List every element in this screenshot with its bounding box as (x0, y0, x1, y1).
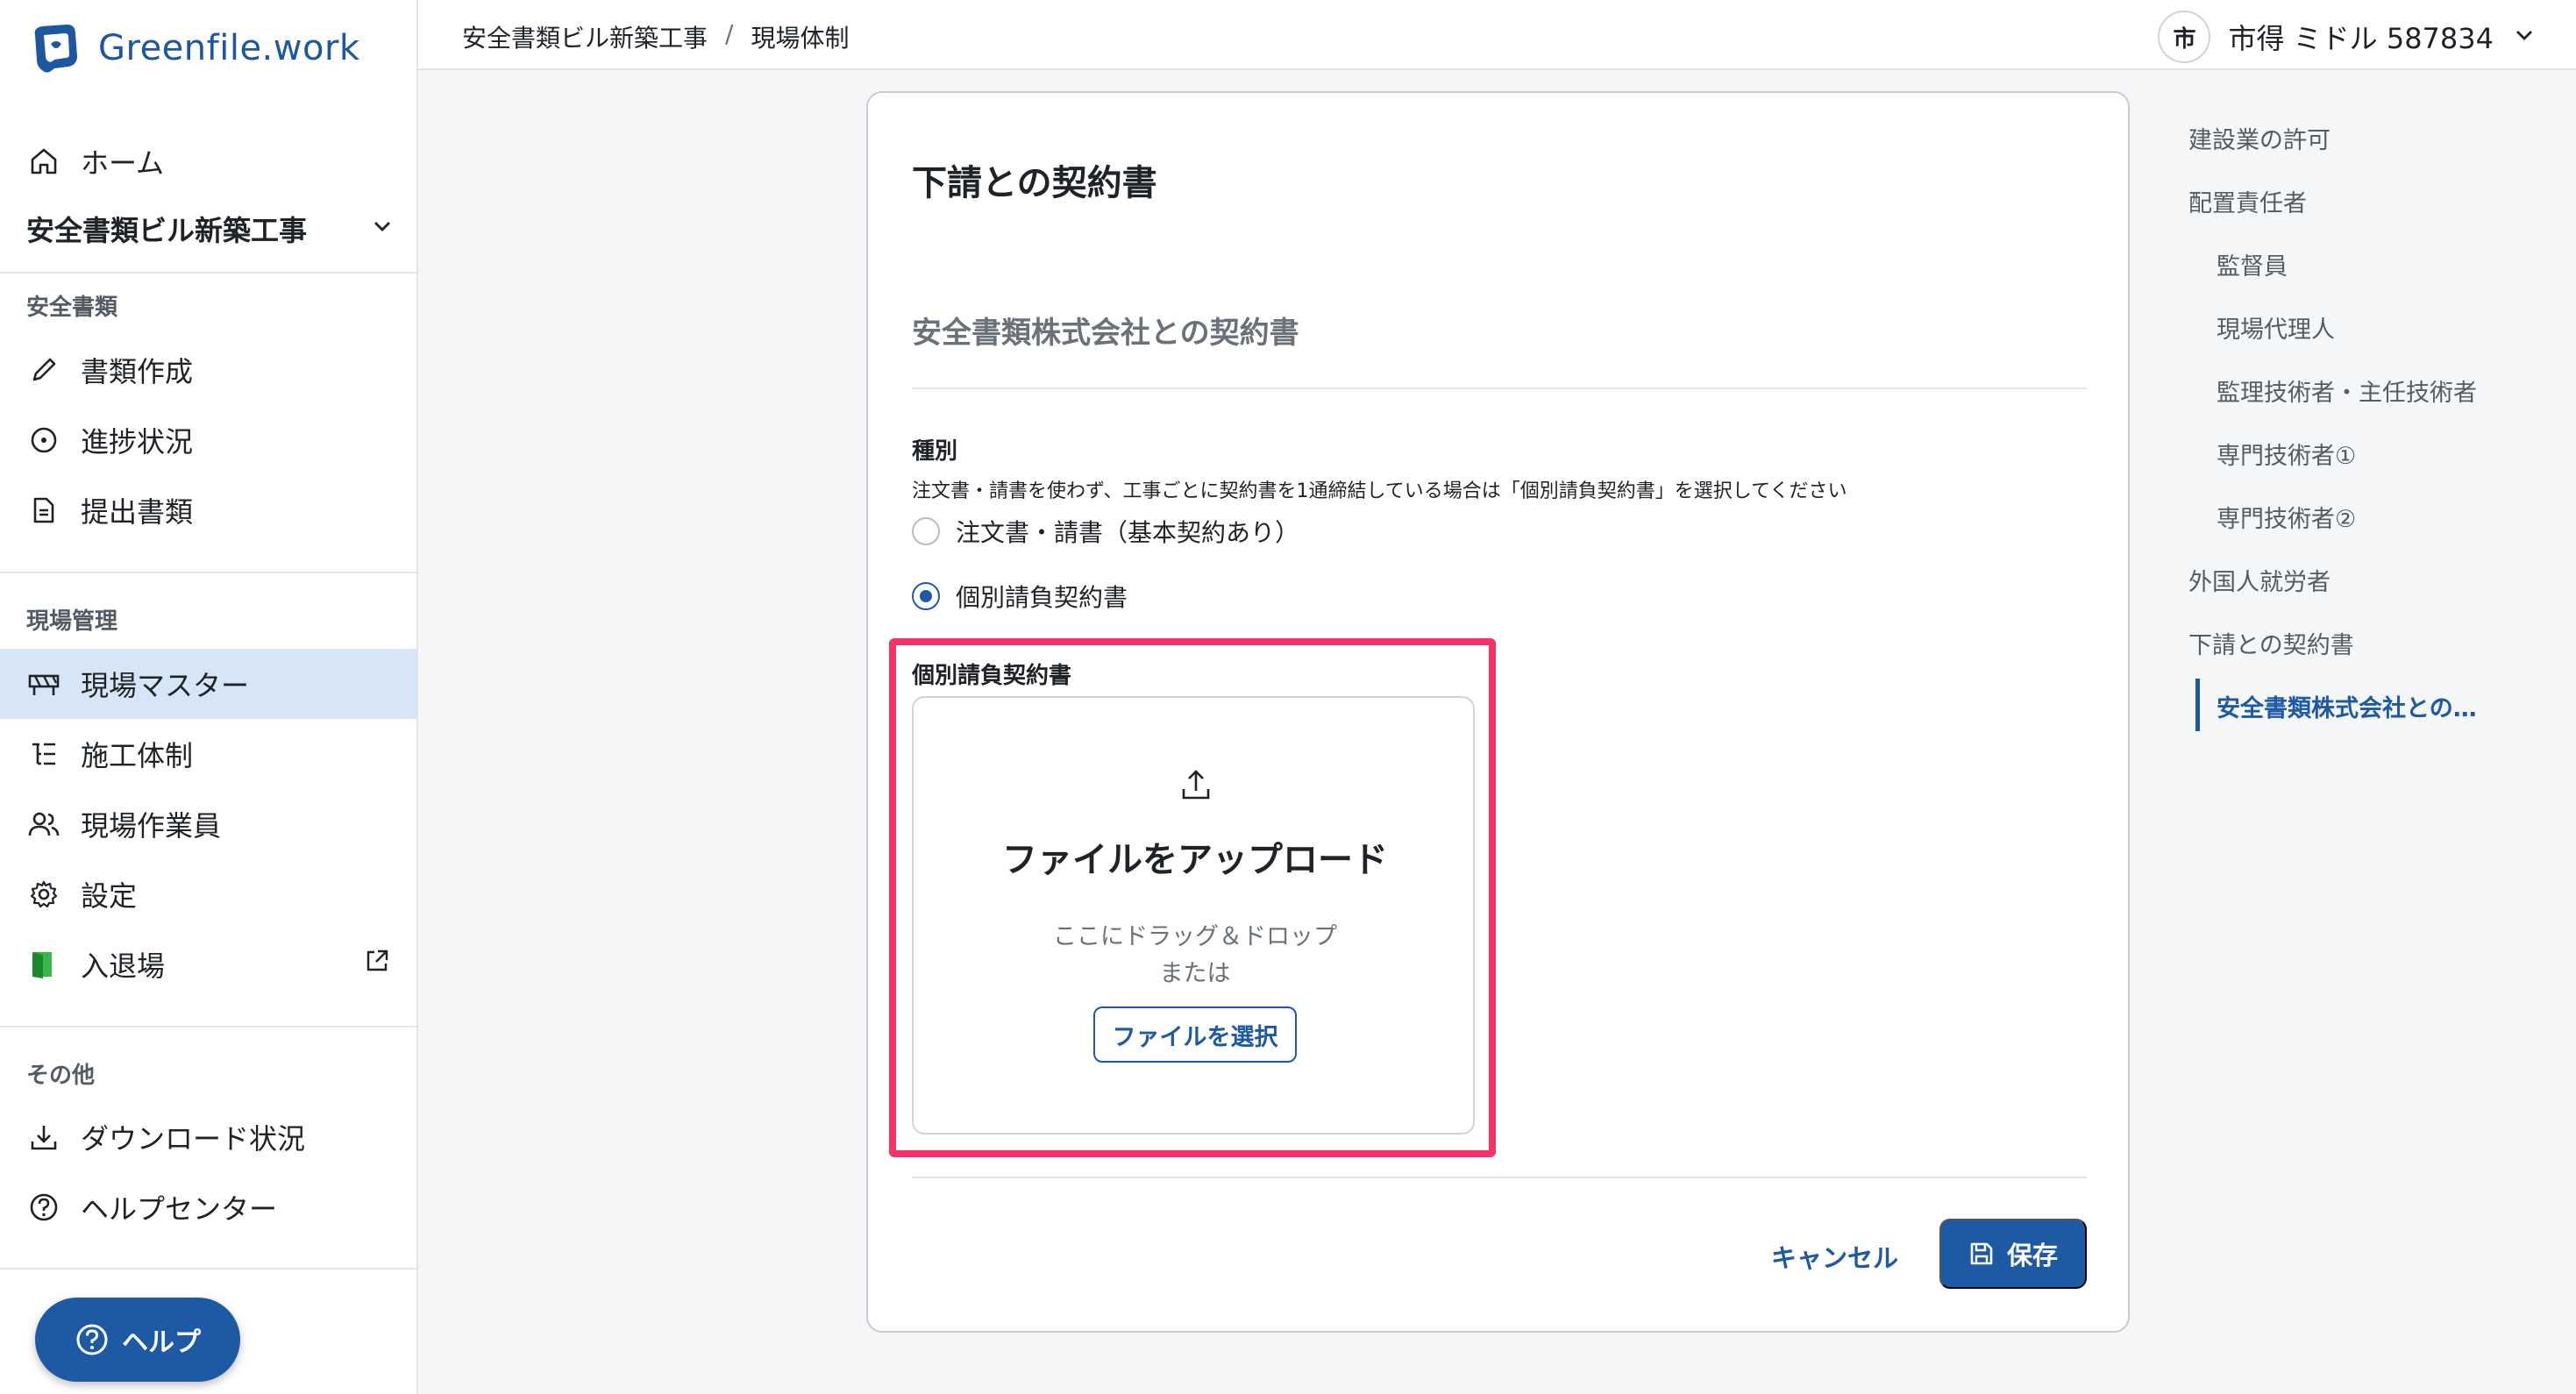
logo-text: Greenfile.work (98, 28, 360, 68)
help-circle-icon (26, 1190, 61, 1225)
cancel-button[interactable]: キャンセル (1771, 1238, 1898, 1275)
toc-active-indicator (2195, 679, 2200, 731)
save-button-label: 保存 (2006, 1242, 2058, 1270)
save-icon (1970, 1242, 1993, 1265)
toc-item[interactable]: 監督員 (2217, 247, 2288, 281)
sidebar-item-download-status[interactable]: ダウンロード状況 (0, 1102, 416, 1172)
upload-icon (1182, 770, 1210, 800)
radio-button[interactable] (912, 517, 940, 545)
sidebar-item-label: 提出書類 (81, 495, 194, 529)
download-icon (26, 1120, 61, 1155)
project-name: 安全書類ビル新築工事 (26, 214, 308, 247)
breadcrumb-separator: / (725, 19, 734, 48)
sidebar: Greenfile.work ホーム 安全書類ビル新築工事 安全書類 書類作成 … (0, 0, 418, 1394)
sidebar-item-progress[interactable]: 進捗状況 (0, 405, 416, 475)
help-button-label: ヘルプ (122, 1327, 201, 1358)
chevron-down-icon (370, 212, 395, 245)
toc-item[interactable]: 専門技術者② (2217, 500, 2356, 534)
breadcrumb: 安全書類ビル新築工事 / 現場体制 (462, 19, 849, 54)
sidebar-item-label: ホーム (81, 146, 165, 180)
sidebar-item-create-documents[interactable]: 書類作成 (0, 335, 416, 405)
gear-icon (26, 877, 61, 912)
card-divider (912, 388, 2087, 389)
sidebar-item-label: 現場作業員 (81, 809, 222, 843)
breadcrumb-item-current: 現場体制 (751, 24, 850, 53)
sidebar-divider (0, 572, 416, 573)
sidebar-divider (0, 272, 416, 274)
greenfile-logo-icon (34, 25, 77, 73)
sidebar-item-label: 施工体制 (81, 739, 194, 772)
dropzone-or: または (1159, 960, 1231, 987)
sidebar-divider (0, 1026, 416, 1028)
project-selector[interactable]: 安全書類ビル新築工事 (26, 207, 395, 251)
sidebar-item-help-center[interactable]: ヘルプセンター (0, 1172, 416, 1242)
sidebar-item-submitted-documents[interactable]: 提出書類 (0, 475, 416, 545)
section-subtitle: 安全書類株式会社との契約書 (912, 316, 1299, 351)
file-dropzone[interactable]: ファイルをアップロード ここにドラッグ＆ドロップ または ファイルを選択 (912, 696, 1475, 1134)
dropzone-hint: ここにドラッグ＆ドロップ (1053, 923, 1337, 950)
radio-label: 個別請負契約書 (956, 583, 1128, 612)
page-title: 下請との契約書 (912, 163, 1157, 203)
radio-order-form[interactable]: 注文書・請書（基本契約あり） (912, 514, 1299, 549)
sidebar-item-settings[interactable]: 設定 (0, 859, 416, 929)
toc-item[interactable]: 下請との契約書 (2188, 626, 2354, 660)
home-icon (26, 144, 61, 179)
save-button[interactable]: 保存 (1939, 1219, 2087, 1289)
question-icon (76, 1324, 108, 1355)
hierarchy-icon (26, 736, 61, 772)
toc-item[interactable]: 外国人就労者 (2188, 563, 2330, 597)
sidebar-item-label: 書類作成 (81, 355, 194, 388)
toc-item[interactable]: 建設業の許可 (2188, 121, 2330, 155)
sidebar-item-entry-exit[interactable]: 入退場 (0, 929, 416, 999)
door-icon (26, 947, 61, 982)
sidebar-item-label: 進捗状況 (81, 425, 194, 459)
user-menu[interactable]: 市 市得 ミドル 587834 (2158, 11, 2537, 63)
section-label-other: その他 (26, 1063, 96, 1089)
section-label-site: 現場管理 (26, 608, 118, 635)
external-link-icon (364, 948, 390, 981)
sidebar-item-label: ダウンロード状況 (81, 1122, 306, 1156)
document-icon (26, 493, 61, 528)
user-name: 市得 ミドル 587834 (2228, 22, 2494, 55)
progress-circle-icon (26, 423, 61, 458)
barrier-icon (26, 666, 61, 701)
toc-item[interactable]: 配置責任者 (2188, 184, 2307, 218)
radio-label: 注文書・請書（基本契約あり） (956, 518, 1300, 547)
top-header: 安全書類ビル新築工事 / 現場体制 市 市得 ミドル 587834 (418, 0, 2576, 70)
upload-field-label: 個別請負契約書 (912, 663, 1072, 689)
help-button[interactable]: ヘルプ (35, 1298, 240, 1382)
radio-button-checked[interactable] (912, 582, 940, 610)
sidebar-divider (0, 1268, 416, 1270)
type-field-help: 注文書・請書を使わず、工事ごとに契約書を1通締結している場合は「個別請負契約書」… (912, 480, 1847, 502)
sidebar-item-label: 入退場 (81, 949, 166, 983)
sidebar-item-site-master[interactable]: 現場マスター (0, 649, 416, 719)
toc-item[interactable]: 専門技術者① (2217, 437, 2356, 471)
sidebar-item-home[interactable]: ホーム (0, 126, 416, 196)
toc-item-active[interactable]: 安全書類株式会社との… (2217, 689, 2477, 723)
sidebar-item-label: ヘルプセンター (81, 1192, 278, 1226)
select-file-button[interactable]: ファイルを選択 (1093, 1006, 1297, 1063)
toc-item[interactable]: 現場代理人 (2217, 310, 2335, 345)
sidebar-item-label: 現場マスター (81, 669, 250, 702)
avatar: 市 (2158, 11, 2211, 63)
app-logo[interactable]: Greenfile.work (25, 18, 360, 79)
section-label-safety: 安全書類 (26, 295, 118, 321)
radio-individual-contract[interactable]: 個別請負契約書 (912, 579, 1128, 614)
sidebar-item-site-workers[interactable]: 現場作業員 (0, 789, 416, 859)
sidebar-item-label: 設定 (81, 879, 138, 913)
toc-item[interactable]: 監理技術者・主任技術者 (2217, 373, 2477, 408)
breadcrumb-item-project[interactable]: 安全書類ビル新築工事 (462, 19, 708, 54)
type-field-label: 種別 (912, 438, 958, 465)
chevron-down-icon (2511, 22, 2537, 52)
sidebar-item-construction-structure[interactable]: 施工体制 (0, 719, 416, 789)
users-icon (26, 807, 61, 842)
contract-form-card: 下請との契約書 安全書類株式会社との契約書 種別 注文書・請書を使わず、工事ごと… (866, 91, 2130, 1333)
pencil-icon (26, 352, 61, 388)
card-divider (912, 1177, 2087, 1178)
dropzone-title: ファイルをアップロード (1002, 840, 1388, 880)
